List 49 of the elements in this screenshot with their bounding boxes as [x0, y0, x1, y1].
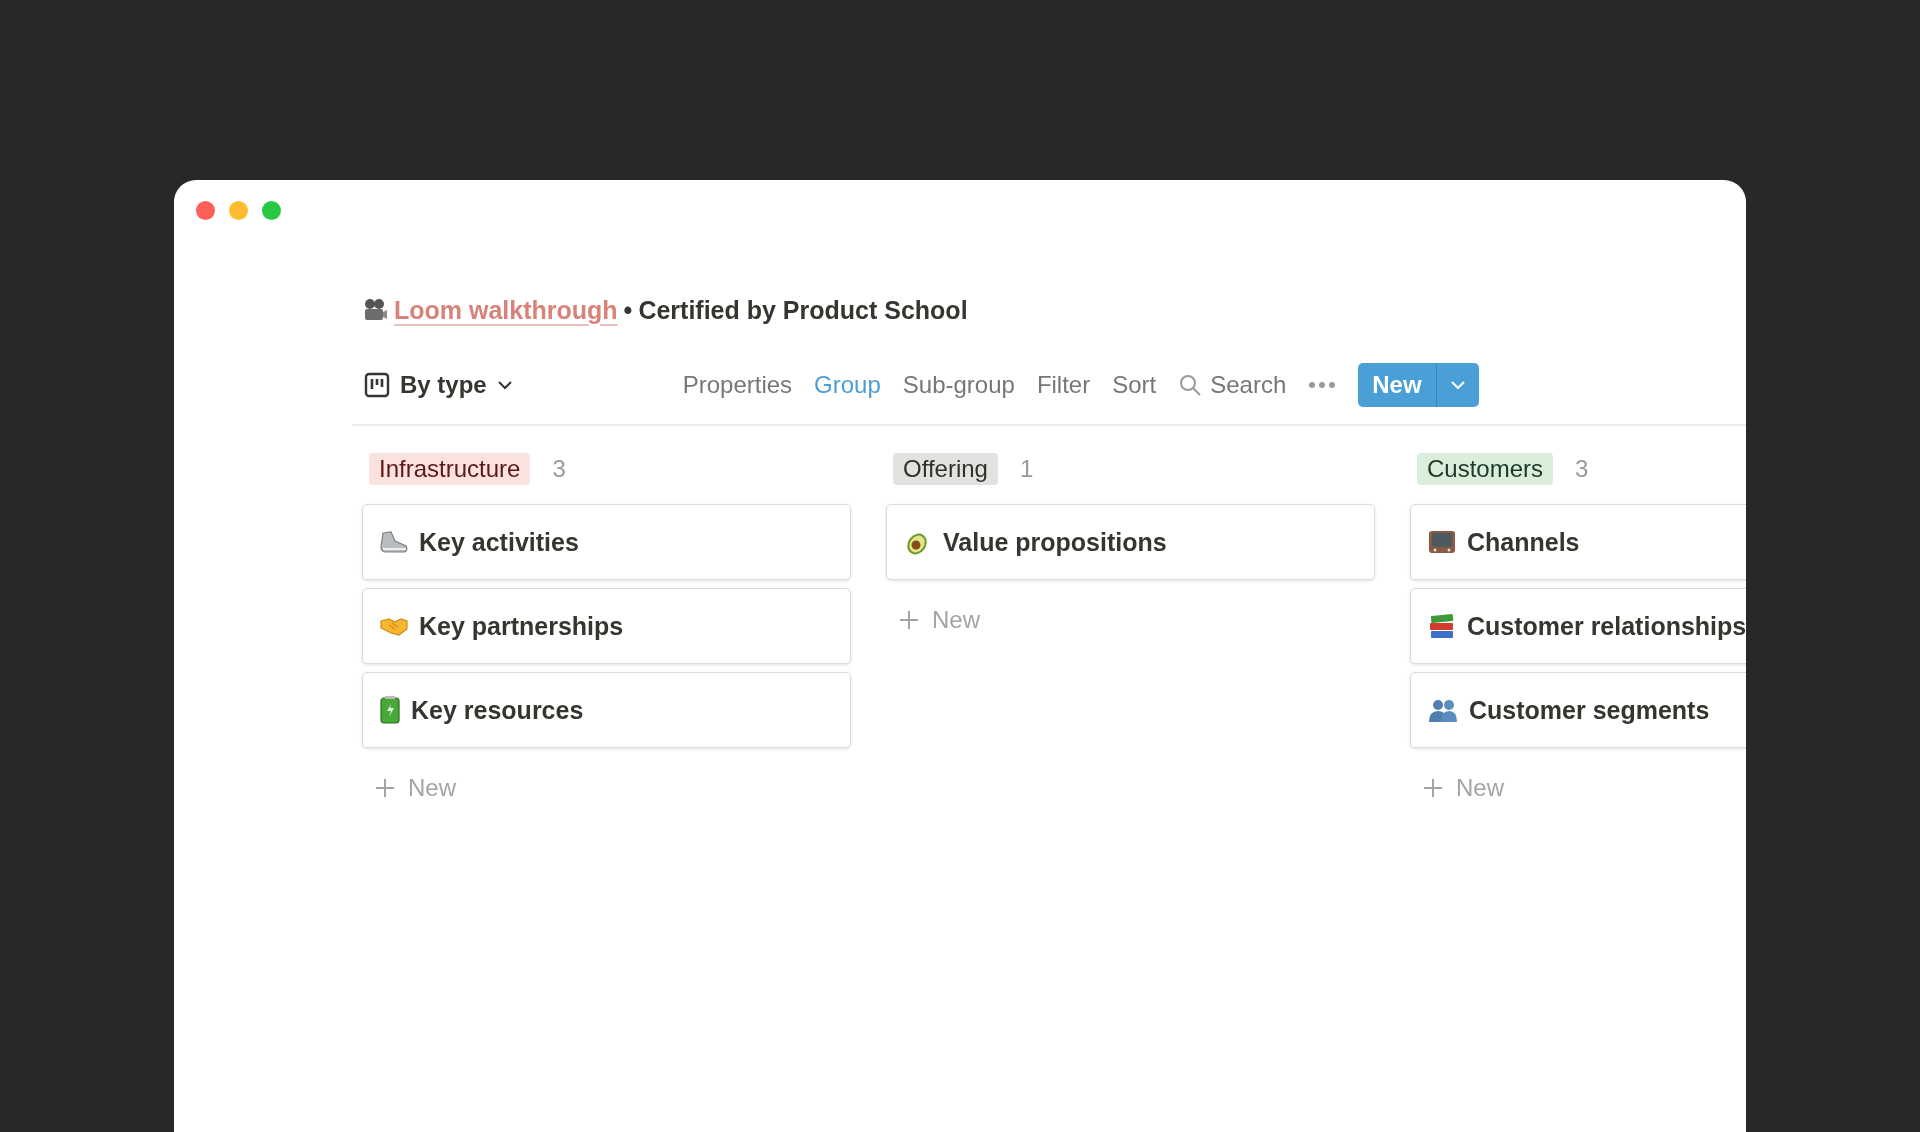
plus-icon	[374, 777, 396, 799]
breadcrumb-link[interactable]: Loom walkthrough	[394, 295, 618, 325]
chevron-down-icon	[1449, 380, 1466, 390]
board-card[interactable]: Key resources	[362, 672, 851, 748]
group-count: 3	[1575, 455, 1589, 483]
group-count: 3	[552, 455, 566, 483]
page-subtitle: Certified by Product School	[638, 295, 968, 325]
card-title: Channels	[1467, 527, 1580, 557]
toolbar-option[interactable]: Filter	[1036, 371, 1091, 399]
more-icon[interactable]	[1308, 381, 1337, 389]
board-icon	[364, 372, 390, 398]
chevron-down-icon	[496, 380, 513, 390]
toolbar-option[interactable]: Sort	[1112, 371, 1157, 399]
board-card[interactable]: Key partnerships	[362, 588, 851, 664]
toolbar-option[interactable]: Group	[814, 371, 881, 399]
toolbar-option[interactable]: Properties	[682, 371, 793, 399]
card-title: Key activities	[419, 527, 579, 557]
card-title: Customer segments	[1469, 695, 1710, 725]
add-new-button[interactable]: New	[886, 596, 1375, 644]
battery-icon	[379, 695, 401, 725]
card-title: Customer relationships	[1467, 611, 1746, 641]
search-button[interactable]: Search	[1178, 371, 1287, 399]
board-card[interactable]: Channels	[1410, 504, 1746, 580]
maximize-button[interactable]	[262, 201, 281, 220]
group-tag: Infrastructure	[369, 453, 531, 485]
board-card[interactable]: Value propositions	[886, 504, 1375, 580]
search-icon	[1178, 373, 1203, 397]
view-selector[interactable]: By type	[364, 371, 513, 399]
sneaker-icon	[379, 529, 409, 555]
minimize-button[interactable]	[229, 201, 248, 220]
film-projector-icon	[362, 297, 388, 323]
group-tag: Customers	[1417, 453, 1554, 485]
board-card[interactable]: Key activities	[362, 504, 851, 580]
plus-icon	[1422, 777, 1444, 799]
card-title: Key partnerships	[419, 611, 624, 641]
add-new-button[interactable]: New	[1410, 764, 1746, 812]
board-card[interactable]: Customer segments	[1410, 672, 1746, 748]
board-card[interactable]: Customer relationships	[1410, 588, 1746, 664]
group-tag: Offering	[893, 453, 998, 485]
television-icon	[1427, 528, 1457, 556]
plus-icon	[898, 609, 920, 631]
group-count: 1	[1019, 455, 1034, 483]
card-title: Value propositions	[943, 527, 1167, 557]
card-title: Key resources	[411, 695, 584, 725]
people-icon	[1427, 697, 1459, 723]
close-button[interactable]	[196, 201, 215, 220]
add-new-button[interactable]: New	[362, 764, 851, 812]
toolbar-option[interactable]: Sub-group	[902, 371, 1015, 399]
separator-text: •	[623, 295, 633, 325]
